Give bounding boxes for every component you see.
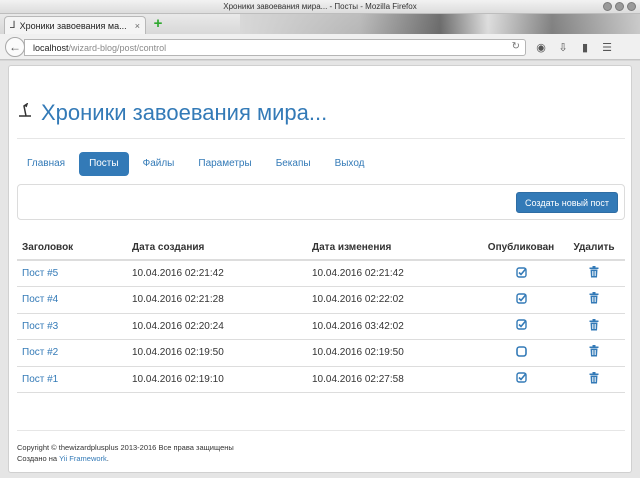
created-cell: 10.04.2016 02:19:50	[127, 339, 307, 367]
url-path: /wizard-blog/post/control	[68, 42, 167, 53]
window-controls	[603, 2, 636, 11]
create-post-button[interactable]: Создать новый пост	[516, 192, 618, 213]
posts-table: Заголовок Дата создания Дата изменения О…	[17, 236, 625, 393]
published-cell	[479, 366, 563, 393]
created-cell: 10.04.2016 02:20:24	[127, 313, 307, 340]
posts-toolbar: Создать новый пост	[17, 184, 625, 220]
menu-icon[interactable]: ☰	[600, 41, 614, 54]
post-link[interactable]: Пост #4	[22, 294, 58, 305]
header-modified: Дата изменения	[307, 236, 479, 261]
site-header: Хроники завоевания мира...	[17, 100, 327, 126]
navigation-bar: localhost/wizard-blog/post/control ↻ ← ◉…	[0, 34, 640, 60]
delete-cell	[563, 313, 625, 340]
post-title-cell: Пост #4	[17, 286, 127, 314]
delete-cell	[563, 339, 625, 367]
url-bar[interactable]: localhost/wizard-blog/post/control ↻	[24, 39, 526, 56]
modified-cell: 10.04.2016 02:22:02	[307, 286, 479, 314]
window-title: Хроники завоевания мира... - Посты - Moz…	[223, 2, 417, 11]
delete-cell	[563, 260, 625, 287]
trash-icon[interactable]	[589, 292, 599, 304]
post-title-cell: Пост #5	[17, 260, 127, 287]
header-divider	[17, 138, 625, 139]
table-row: Пост #2 10.04.2016 02:19:50 10.04.2016 02:…	[17, 339, 625, 367]
browser-tab[interactable]: ⅃ Хроники завоевания ма... ×	[4, 16, 146, 34]
trash-icon[interactable]	[589, 371, 599, 384]
published-checkbox-icon[interactable]	[515, 266, 527, 281]
header-created: Дата создания	[127, 236, 307, 261]
new-tab-button[interactable]: +	[150, 16, 166, 32]
post-link[interactable]: Пост #3	[22, 321, 58, 332]
reload-icon[interactable]: ↻	[512, 41, 520, 52]
menu-item-1[interactable]: Посты	[79, 152, 129, 176]
header-published: Опубликован	[479, 236, 563, 261]
table-row: Пост #4 10.04.2016 02:21:28 10.04.2016 02:…	[17, 286, 625, 314]
published-cell	[479, 339, 563, 367]
post-title-cell: Пост #1	[17, 366, 127, 393]
post-link[interactable]: Пост #2	[22, 347, 58, 358]
made-with-prefix: Создано на	[17, 454, 58, 463]
published-checkbox-icon[interactable]	[515, 372, 527, 386]
toolbar-icons: ◉ ⇩ ▮ ☰	[534, 41, 614, 54]
favicon-icon: ⅃	[10, 20, 16, 31]
modified-cell: 10.04.2016 02:19:50	[307, 339, 479, 367]
back-arrow-icon: ←	[9, 40, 21, 54]
created-cell: 10.04.2016 02:21:42	[127, 260, 307, 287]
modified-cell: 10.04.2016 03:42:02	[307, 313, 479, 340]
modified-cell: 10.04.2016 02:21:42	[307, 260, 479, 287]
copyright-text: Copyright © thewizardplusplus 2013-2016 …	[17, 443, 234, 452]
published-checkbox-icon[interactable]	[515, 319, 527, 333]
delete-cell	[563, 366, 625, 393]
delete-cell	[563, 286, 625, 314]
tab-close-icon[interactable]: ×	[135, 21, 140, 31]
page-viewport: Хроники завоевания мира... Главная Посты Ф…	[0, 61, 640, 478]
header-title: Заголовок	[17, 236, 127, 261]
page-container: Хроники завоевания мира... Главная Посты Ф…	[8, 65, 632, 473]
menu-item-5[interactable]: Выход	[325, 152, 375, 176]
maximize-button[interactable]	[615, 2, 624, 11]
main-menu: Главная Посты Файлы Параметры Бекапы Выход	[17, 152, 375, 176]
created-cell: 10.04.2016 02:19:10	[127, 366, 307, 393]
wizard-hat-icon	[17, 101, 35, 124]
table-row: Пост #3 10.04.2016 02:20:24 10.04.2016 03:…	[17, 313, 625, 340]
trash-icon[interactable]	[589, 318, 599, 331]
minimize-button[interactable]	[603, 2, 612, 11]
modified-cell: 10.04.2016 02:27:58	[307, 366, 479, 393]
theme-background	[240, 14, 640, 34]
site-title[interactable]: Хроники завоевания мира...	[41, 100, 327, 126]
download-icon[interactable]: ⇩	[556, 41, 570, 54]
menu-item-0[interactable]: Главная	[17, 152, 75, 176]
footer-divider	[17, 430, 625, 431]
url-host: localhost	[33, 42, 69, 53]
header-delete: Удалить	[563, 236, 625, 261]
made-with-suffix: .	[106, 454, 109, 463]
table-row: Пост #5 10.04.2016 02:21:42 10.04.2016 02:…	[17, 260, 625, 287]
menu-item-4[interactable]: Бекапы	[266, 152, 321, 176]
published-cell	[479, 260, 563, 287]
close-window-button[interactable]	[627, 2, 636, 11]
unpublished-checkbox-icon[interactable]	[515, 345, 527, 360]
tab-bar: ⅃ Хроники завоевания ма... × +	[0, 14, 640, 34]
trash-icon[interactable]	[589, 266, 599, 278]
framework-link[interactable]: Yii Framework	[59, 454, 107, 463]
table-row: Пост #1 10.04.2016 02:19:10 10.04.2016 02:…	[17, 366, 625, 393]
trash-icon[interactable]	[589, 345, 599, 357]
post-title-cell: Пост #3	[17, 313, 127, 340]
window-titlebar: Хроники завоевания мира... - Посты - Moz…	[0, 0, 640, 14]
menu-item-3[interactable]: Параметры	[188, 152, 261, 176]
published-cell	[479, 286, 563, 314]
post-link[interactable]: Пост #5	[22, 268, 58, 279]
tab-title: Хроники завоевания ма...	[19, 20, 127, 31]
addon-icon[interactable]: ◉	[534, 41, 548, 54]
back-button[interactable]: ←	[5, 37, 25, 57]
bookmark-icon[interactable]: ▮	[578, 41, 592, 54]
table-header-row: Заголовок Дата создания Дата изменения О…	[17, 236, 625, 261]
footer: Copyright © thewizardplusplus 2013-2016 …	[17, 442, 234, 464]
made-with-text: Создано на Yii Framework.	[17, 453, 234, 464]
post-link[interactable]: Пост #1	[22, 374, 58, 385]
menu-item-2[interactable]: Файлы	[133, 152, 185, 176]
published-checkbox-icon[interactable]	[515, 293, 527, 307]
published-cell	[479, 313, 563, 340]
created-cell: 10.04.2016 02:21:28	[127, 286, 307, 314]
post-title-cell: Пост #2	[17, 339, 127, 367]
